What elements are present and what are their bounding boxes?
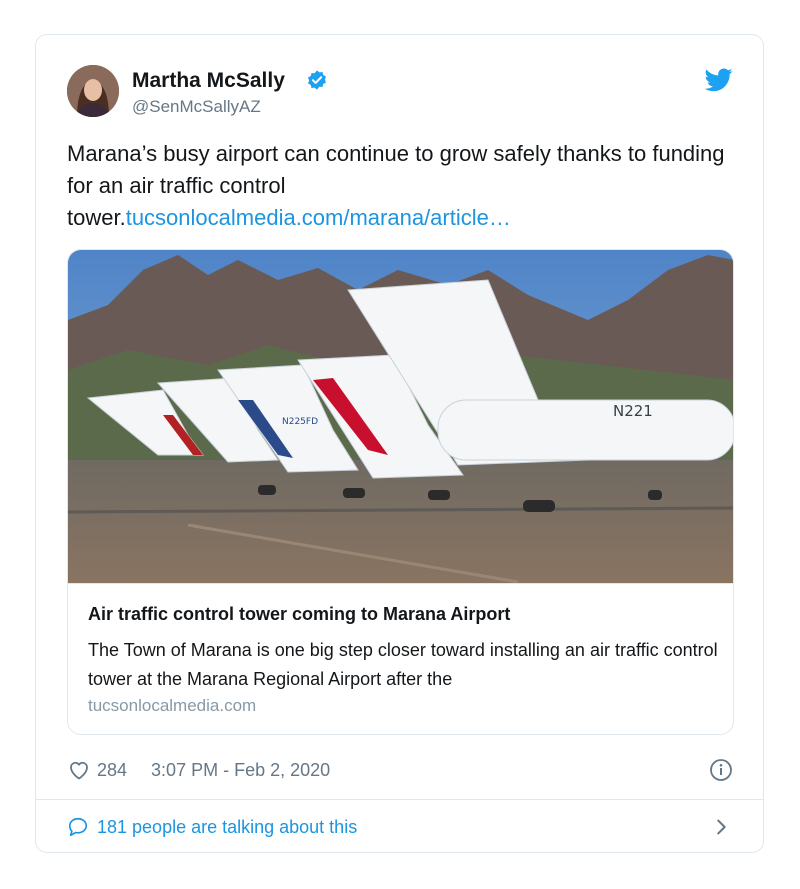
tweet-text: Marana’s busy airport can continue to gr… — [67, 138, 727, 234]
talking-count[interactable]: 181 people are talking about this — [97, 817, 357, 838]
author-name[interactable]: Martha McSally — [132, 69, 285, 93]
twitter-bird-icon[interactable] — [705, 68, 733, 92]
link-card[interactable]: N225FD N221 Air traffic control tower co… — [67, 249, 734, 735]
chevron-right-icon[interactable] — [710, 815, 732, 839]
timestamp[interactable]: 3:07 PM - Feb 2, 2020 — [151, 760, 330, 781]
verified-badge-icon — [308, 70, 326, 90]
like-count[interactable]: 284 — [97, 760, 127, 781]
tweet-meta: 284 3:07 PM - Feb 2, 2020 — [67, 756, 330, 784]
tail-number-1: N225FD — [282, 417, 318, 427]
tweet-embed: Martha McSally @SenMcSallyAZ Marana’s bu… — [35, 34, 764, 853]
comment-bubble-icon — [68, 817, 88, 837]
heart-icon[interactable] — [67, 758, 91, 782]
card-description: The Town of Marana is one big step close… — [88, 640, 718, 689]
conversation-link[interactable]: 181 people are talking about this — [67, 813, 732, 841]
card-title: Air traffic control tower coming to Mara… — [88, 604, 511, 624]
author-handle[interactable]: @SenMcSallyAZ — [132, 97, 261, 117]
avatar[interactable] — [67, 65, 119, 117]
card-image[interactable]: N225FD N221 — [68, 250, 734, 583]
divider — [36, 799, 763, 800]
tail-number-2: N221 — [613, 402, 653, 420]
card-domain: tucsonlocalmedia.com — [88, 696, 257, 715]
tweet-link[interactable]: tucsonlocalmedia.com/marana/article… — [126, 205, 511, 230]
card-body[interactable]: Air traffic control tower coming to Mara… — [68, 583, 733, 734]
info-icon[interactable] — [709, 758, 733, 782]
